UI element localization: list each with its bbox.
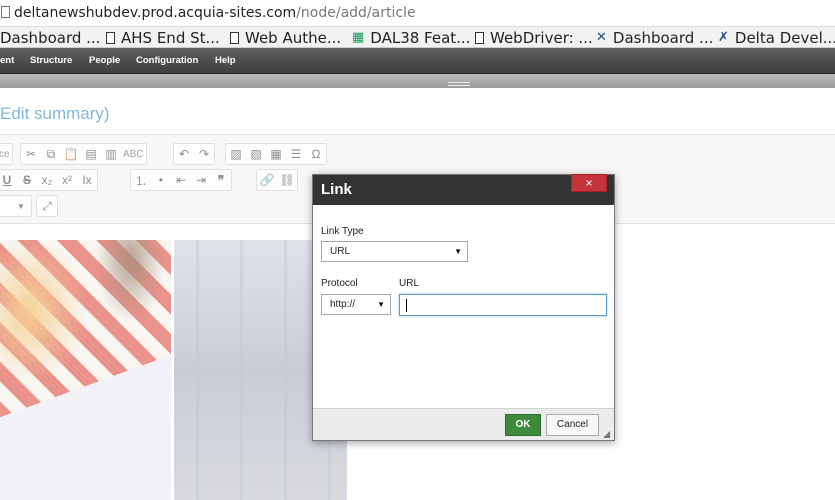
shortcut-bar	[0, 74, 835, 88]
confluence-icon: ✗	[718, 30, 729, 45]
dialog-titlebar[interactable]: Link ×	[313, 174, 614, 205]
bookmark-dal38[interactable]: ▦ DAL38 Feat...	[352, 27, 471, 47]
url-host: deltanewshubdev.prod.acquia-sites.com	[14, 5, 297, 21]
link-type-value: URL	[330, 246, 351, 257]
chevron-down-icon: ▼	[377, 300, 385, 309]
url-path: /node/add/article	[296, 5, 416, 21]
menu-help[interactable]: Help	[215, 48, 236, 74]
ok-button[interactable]: OK	[505, 414, 541, 436]
bookmark-web-auth[interactable]: Web Authe...	[230, 27, 342, 47]
url-label: URL	[399, 278, 420, 289]
dialog-title: Link	[321, 181, 352, 198]
chevron-down-icon: ▼	[454, 247, 462, 256]
resize-grip-icon[interactable]	[603, 431, 610, 438]
spreadsheet-icon: ▦	[352, 30, 365, 45]
link-type-select[interactable]: URL ▼	[321, 241, 468, 262]
protocol-select[interactable]: http:// ▼	[321, 294, 391, 315]
text-caret	[406, 299, 407, 312]
dialog-footer: OK Cancel	[313, 408, 614, 440]
jira-icon: ✕	[596, 30, 607, 45]
menu-content[interactable]: ent	[0, 48, 14, 74]
document-icon	[106, 32, 115, 44]
bookmark-dashboard-2[interactable]: ✕ Dashboard ...	[596, 27, 714, 47]
bookmark-label: Web Authe...	[245, 29, 342, 47]
menu-configuration[interactable]: Configuration	[136, 48, 198, 74]
toolbar-drag-handle[interactable]	[448, 82, 470, 86]
bookmark-label: AHS End St...	[121, 29, 220, 47]
link-type-label: Link Type	[321, 226, 364, 237]
document-icon	[230, 32, 239, 44]
protocol-label: Protocol	[321, 278, 358, 289]
menu-people[interactable]: People	[89, 48, 120, 74]
browser-address-bar[interactable]: deltanewshubdev.prod.acquia-sites.com/no…	[0, 0, 835, 26]
cancel-button[interactable]: Cancel	[546, 414, 599, 436]
url-input[interactable]	[399, 294, 607, 316]
bookmark-label: Dashboard ...	[612, 29, 714, 47]
protocol-value: http://	[330, 299, 356, 310]
bookmark-label: Dashboard ...	[0, 29, 101, 47]
bookmark-label: DAL38 Feat...	[370, 29, 471, 47]
link-dialog: Link × Link Type URL ▼ Protocol URL http…	[312, 174, 615, 441]
bookmark-ahs-end[interactable]: AHS End St...	[106, 27, 220, 47]
bookmark-delta-devel[interactable]: ✗ Delta Devel...	[718, 27, 835, 47]
close-button[interactable]: ×	[571, 174, 607, 192]
menu-structure[interactable]: Structure	[30, 48, 72, 74]
bookmark-label: Delta Devel...	[734, 29, 835, 47]
document-icon	[475, 32, 484, 44]
bookmark-dashboard-1[interactable]: Dashboard ...	[0, 27, 101, 47]
bookmarks-bar: Dashboard ... AHS End St... Web Authe...…	[0, 26, 835, 48]
page-icon	[1, 6, 10, 18]
bookmark-webdriver[interactable]: WebDriver: ...	[475, 27, 593, 47]
admin-toolbar: ent Structure People Configuration Help	[0, 48, 835, 74]
bookmark-label: WebDriver: ...	[490, 29, 593, 47]
